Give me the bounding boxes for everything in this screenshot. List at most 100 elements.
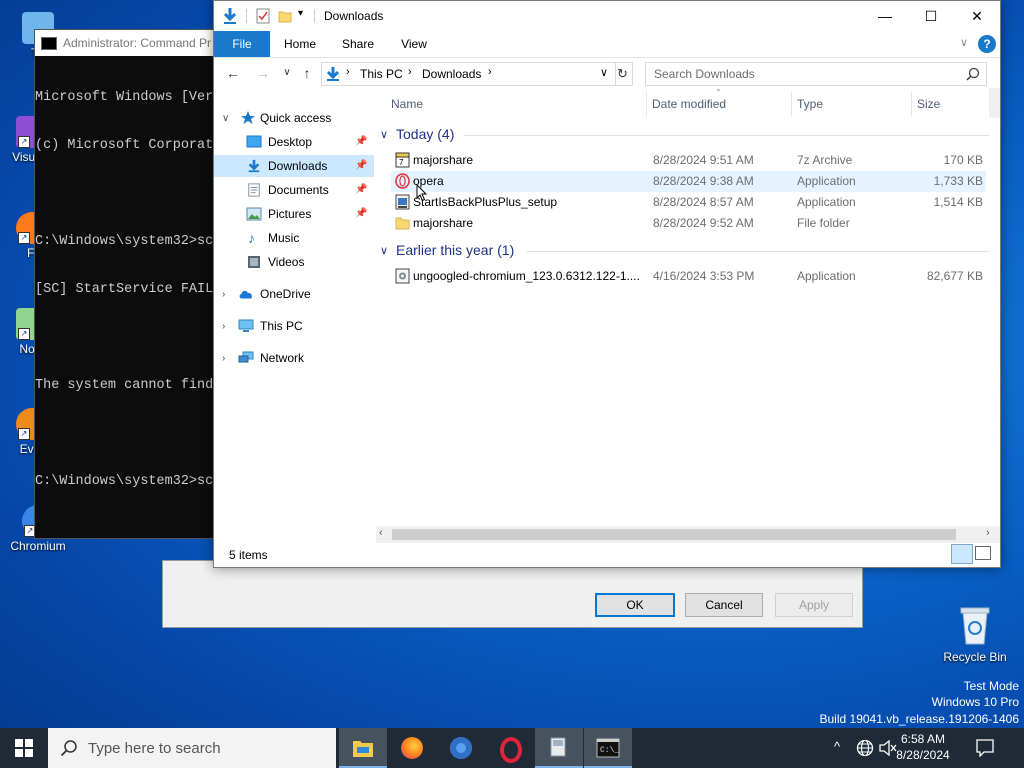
group-divider: [464, 135, 989, 136]
cmd-line: Microsoft Windows [Vers: [35, 90, 222, 105]
sidebar-item-pictures[interactable]: Pictures 📌: [214, 203, 374, 225]
new-folder-quick-icon[interactable]: [278, 9, 292, 23]
column-divider[interactable]: [911, 91, 912, 117]
taskbar-search-box[interactable]: Type here to search: [48, 728, 336, 768]
cmd-titlebar[interactable]: Administrator: Command Pr: [35, 30, 235, 56]
vertical-scrollbar[interactable]: [989, 88, 1000, 118]
search-icon: [60, 740, 77, 757]
expand-ribbon-icon[interactable]: ∨: [960, 36, 968, 49]
chevron-down-icon[interactable]: ∨: [380, 128, 388, 141]
ok-button[interactable]: OK: [595, 593, 675, 617]
nav-onedrive[interactable]: OneDrive: [214, 283, 374, 305]
column-divider[interactable]: [791, 91, 792, 117]
column-header-name[interactable]: Name: [391, 97, 423, 111]
maximize-button[interactable]: ☐: [908, 1, 954, 31]
column-header-size[interactable]: Size: [917, 97, 940, 111]
file-row[interactable]: ungoogled-chromium_123.0.6312.122-1.... …: [391, 266, 986, 287]
downloads-location-icon: [326, 67, 340, 81]
nav-label: Desktop: [268, 135, 313, 149]
column-header-date[interactable]: Date modified: [652, 97, 726, 111]
watermark-test-mode: Test Mode: [963, 679, 1019, 693]
address-dropdown-icon[interactable]: ∨: [600, 66, 608, 79]
nav-quick-access[interactable]: Quick access: [214, 107, 374, 129]
properties-quick-icon[interactable]: [256, 8, 270, 24]
back-arrow-icon[interactable]: ←: [224, 64, 242, 82]
star-icon: [241, 111, 255, 124]
pin-icon[interactable]: 📌: [355, 179, 367, 201]
command-prompt-window[interactable]: Administrator: Command Pr Microsoft Wind…: [34, 29, 236, 539]
breadcrumb-separator-icon[interactable]: ›: [488, 66, 492, 78]
explorer-titlebar[interactable]: ▾ Downloads — ☐ ✕: [214, 1, 1000, 31]
tab-share[interactable]: Share: [336, 31, 380, 57]
file-row[interactable]: opera 8/28/2024 9:38 AM Application 1,73…: [391, 171, 986, 192]
language-globe-icon[interactable]: [856, 739, 874, 757]
breadcrumb-separator-icon[interactable]: ›: [346, 66, 350, 78]
sidebar-item-music[interactable]: ♪ Music: [214, 227, 374, 249]
search-box[interactable]: Search Downloads: [645, 62, 987, 86]
pin-icon[interactable]: 📌: [355, 203, 367, 225]
column-divider[interactable]: [646, 91, 647, 117]
sidebar-item-videos[interactable]: Videos: [214, 251, 374, 273]
clock-date: 8/28/2024: [896, 748, 950, 762]
tab-view[interactable]: View: [394, 31, 434, 57]
windows-start-icon[interactable]: [15, 739, 33, 757]
cmd-output[interactable]: Microsoft Windows [Vers (c) Microsoft Co…: [35, 56, 235, 522]
large-icons-view-icon[interactable]: [975, 546, 991, 560]
close-button[interactable]: ✕: [954, 1, 1000, 31]
nav-label: Downloads: [268, 159, 328, 173]
taskbar-file-explorer[interactable]: [339, 728, 387, 768]
notifications-icon[interactable]: [976, 739, 994, 757]
taskbar-firefox[interactable]: [388, 728, 436, 768]
scroll-right-icon[interactable]: ›: [986, 527, 990, 539]
file-type: Application: [797, 269, 856, 283]
scrollbar-thumb[interactable]: [392, 529, 956, 540]
file-row[interactable]: StartIsBackPlusPlus_setup 8/28/2024 8:57…: [391, 192, 986, 213]
tab-file[interactable]: File: [214, 31, 270, 57]
taskbar: Type here to search C:\_ ^ 6:58 AM 8/28/…: [0, 728, 1024, 768]
tab-home[interactable]: Home: [278, 31, 322, 57]
taskbar-opera[interactable]: [486, 728, 534, 768]
recent-locations-icon[interactable]: ∨: [278, 64, 296, 82]
up-arrow-icon[interactable]: ↑: [298, 64, 316, 82]
documents-icon: [248, 183, 260, 197]
column-header-type[interactable]: Type: [797, 97, 823, 111]
scroll-left-icon[interactable]: ‹: [379, 527, 383, 539]
breadcrumb-this-pc[interactable]: This PC: [360, 67, 403, 81]
taskbar-properties-window[interactable]: [535, 728, 583, 768]
cancel-button[interactable]: Cancel: [685, 593, 763, 617]
pin-icon[interactable]: 📌: [355, 131, 367, 153]
folder-icon: [395, 217, 410, 230]
help-icon[interactable]: ?: [978, 35, 996, 53]
minimize-button[interactable]: —: [862, 1, 908, 31]
group-header-today[interactable]: Today (4): [396, 126, 454, 142]
file-row[interactable]: majorshare 8/28/2024 9:52 AM File folder: [391, 213, 986, 234]
file-row[interactable]: 7 majorshare 8/28/2024 9:51 AM 7z Archiv…: [391, 150, 986, 171]
address-bar[interactable]: › This PC › Downloads › ∨: [321, 62, 633, 86]
chevron-down-icon[interactable]: ∨: [380, 244, 388, 257]
details-view-icon[interactable]: [951, 544, 973, 564]
horizontal-scrollbar[interactable]: ‹ ›: [376, 526, 1000, 543]
sidebar-item-documents[interactable]: Documents 📌: [214, 179, 374, 201]
desktop-icon-recycle-bin[interactable]: Recycle Bin: [940, 604, 1010, 664]
command-prompt-icon: C:\_: [596, 738, 620, 758]
taskbar-command-prompt[interactable]: C:\_: [584, 728, 632, 768]
sidebar-item-desktop[interactable]: Desktop 📌: [214, 131, 374, 153]
pin-icon[interactable]: 📌: [355, 155, 367, 177]
show-hidden-icons-icon[interactable]: ^: [834, 739, 840, 754]
taskbar-search-input[interactable]: Type here to search: [88, 740, 221, 757]
breadcrumb-downloads[interactable]: Downloads: [422, 67, 481, 81]
network-icon: [238, 351, 254, 363]
nav-this-pc[interactable]: This PC: [214, 315, 374, 337]
quick-access-dropdown-icon[interactable]: ▾: [298, 8, 303, 19]
refresh-icon[interactable]: ↻: [617, 66, 628, 82]
ribbon-tabs: File Home Share View ∨ ?: [214, 31, 1000, 58]
sidebar-item-downloads[interactable]: Downloads 📌: [214, 155, 374, 177]
search-input[interactable]: Search Downloads: [654, 67, 755, 81]
taskbar-clock[interactable]: 6:58 AM 8/28/2024: [892, 731, 954, 763]
breadcrumb-separator-icon[interactable]: ›: [408, 66, 412, 78]
taskbar-chromium[interactable]: [437, 728, 485, 768]
file-explorer-window[interactable]: ▾ Downloads — ☐ ✕ File Home Share View ∨…: [213, 0, 1001, 568]
group-header-earlier[interactable]: Earlier this year (1): [396, 242, 514, 258]
shortcut-arrow-icon: ↗: [18, 136, 30, 148]
nav-network[interactable]: Network: [214, 347, 374, 369]
